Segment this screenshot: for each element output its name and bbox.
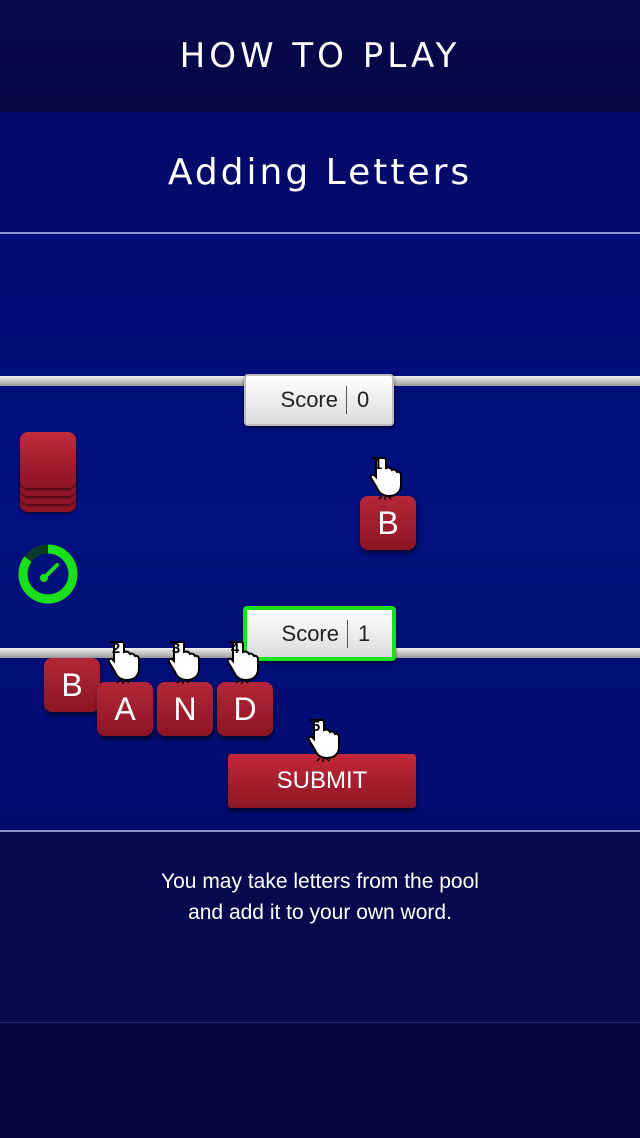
pointing-hand-icon: 5 [306, 718, 340, 762]
footer-bar [0, 1023, 640, 1138]
section-title: Adding Letters [167, 151, 473, 193]
opponent-score-value: 0 [357, 387, 370, 412]
pointing-hand-icon: 4 [225, 640, 259, 684]
instructions-text: You may take letters from the pool and a… [0, 866, 640, 928]
instructions-line: and add it to your own word. [188, 901, 452, 924]
pointing-hand-icon: 2 [106, 640, 140, 684]
tile-stack-icon[interactable] [20, 432, 80, 516]
score-label: Score [281, 620, 339, 646]
tile-letter: N [173, 690, 197, 727]
section-header: Adding Letters [0, 112, 640, 232]
word-tile[interactable]: A [97, 682, 153, 736]
word-tile[interactable]: D [217, 682, 273, 736]
instructions-panel: You may take letters from the pool and a… [0, 832, 640, 1022]
player-score-value: 1 [358, 620, 371, 646]
step-number: 4 [230, 640, 240, 657]
tile-letter: A [114, 690, 136, 727]
step-number: 1 [373, 456, 383, 473]
deck-card [20, 432, 76, 488]
tile-letter: B [61, 666, 83, 703]
opponent-score-box: Score 0 [244, 374, 394, 426]
tile-letter: D [233, 690, 257, 727]
word-tile[interactable]: B [44, 658, 100, 712]
pointing-hand-icon: 1 [368, 456, 402, 500]
pool-tile[interactable]: B [360, 496, 416, 550]
stopwatch-icon [17, 543, 79, 605]
tile-letter: B [377, 504, 399, 541]
pointing-hand-icon: 3 [166, 640, 200, 684]
header-bar: HOW TO PLAY [0, 0, 640, 112]
step-number: 2 [111, 640, 121, 657]
word-tile[interactable]: N [157, 682, 213, 736]
step-number: 5 [311, 718, 321, 735]
step-number: 3 [171, 640, 181, 657]
instructions-line: You may take letters from the pool [161, 870, 479, 893]
page-title: HOW TO PLAY [179, 36, 461, 76]
score-label: Score [280, 387, 338, 412]
submit-label: SUBMIT [276, 767, 368, 794]
submit-button[interactable]: SUBMIT [228, 754, 416, 808]
player-score-box: Score 1 [243, 606, 396, 661]
